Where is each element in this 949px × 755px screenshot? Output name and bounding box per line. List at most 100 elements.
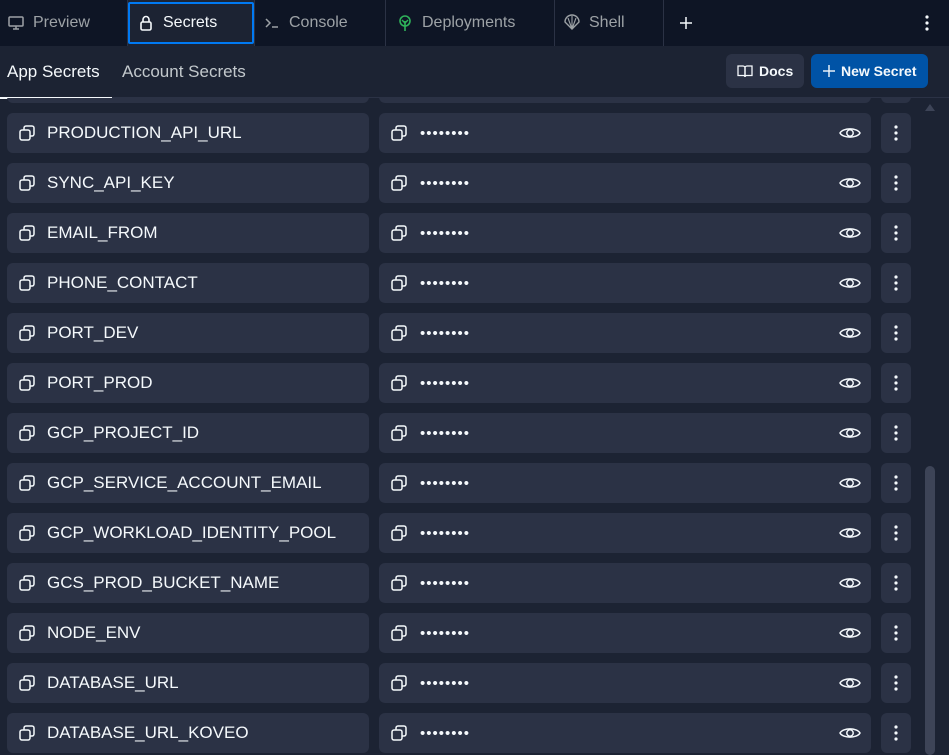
secret-key-field[interactable]: PHONE_CONTACT <box>7 263 369 303</box>
secret-value-field[interactable]: •••••••• <box>379 213 871 253</box>
copy-icon[interactable] <box>17 523 37 543</box>
secret-key-field[interactable]: PRODUCTION_API_URL <box>7 113 369 153</box>
eye-icon[interactable] <box>839 672 861 694</box>
secret-value-field[interactable]: •••••••• <box>379 413 871 453</box>
copy-icon[interactable] <box>17 673 37 693</box>
row-menu-button[interactable] <box>881 263 911 303</box>
row-menu-button[interactable] <box>881 113 911 153</box>
secret-value-field[interactable]: •••••••• <box>379 113 871 153</box>
tab-deployments[interactable]: Deployments <box>386 0 555 46</box>
row-menu-button[interactable] <box>881 663 911 703</box>
copy-icon[interactable] <box>17 123 37 143</box>
eye-icon[interactable] <box>839 222 861 244</box>
eye-icon[interactable] <box>839 372 861 394</box>
tab-secrets[interactable]: Secrets <box>128 0 255 46</box>
copy-icon[interactable] <box>17 473 37 493</box>
secret-key-field[interactable]: DATABASE_URL_KOVEO <box>7 713 369 753</box>
row-menu-button[interactable] <box>881 613 911 653</box>
row-menu-button[interactable] <box>881 463 911 503</box>
eye-icon[interactable] <box>839 272 861 294</box>
secret-value-field[interactable]: •••••••• <box>379 463 871 503</box>
tab-shell[interactable]: Shell <box>555 0 664 46</box>
secret-key-field[interactable]: GCP_WORKLOAD_IDENTITY_POOL <box>7 513 369 553</box>
tab-account-secrets[interactable]: Account Secrets <box>122 46 246 98</box>
secret-row: GCS_PROD_BUCKET_NAME •••••••• <box>0 563 921 603</box>
secret-value-field[interactable] <box>379 98 871 103</box>
copy-icon[interactable] <box>389 673 409 693</box>
eye-icon[interactable] <box>839 172 861 194</box>
row-menu-button[interactable] <box>881 713 911 753</box>
tab-console[interactable]: Console <box>255 0 386 46</box>
secret-value-field[interactable]: •••••••• <box>379 563 871 603</box>
copy-icon[interactable] <box>389 223 409 243</box>
copy-icon[interactable] <box>17 273 37 293</box>
secret-key-field[interactable]: GCP_SERVICE_ACCOUNT_EMAIL <box>7 463 369 503</box>
copy-icon[interactable] <box>17 173 37 193</box>
copy-icon[interactable] <box>389 423 409 443</box>
eye-icon[interactable] <box>839 422 861 444</box>
scroll-up-arrow-icon[interactable] <box>925 104 935 111</box>
secret-value-field[interactable]: •••••••• <box>379 713 871 753</box>
secret-value-field[interactable]: •••••••• <box>379 163 871 203</box>
add-tab-button[interactable] <box>664 0 708 46</box>
masked-value: •••••••• <box>420 474 471 492</box>
secret-key-field[interactable]: PORT_PROD <box>7 363 369 403</box>
eye-icon[interactable] <box>839 622 861 644</box>
row-menu-button[interactable] <box>881 313 911 353</box>
row-menu-button[interactable] <box>881 563 911 603</box>
tab-preview[interactable]: Preview <box>0 0 128 46</box>
secret-key-field[interactable]: EMAIL_FROM <box>7 213 369 253</box>
eye-icon[interactable] <box>839 522 861 544</box>
secret-value-field[interactable]: •••••••• <box>379 613 871 653</box>
row-menu-button[interactable] <box>881 363 911 403</box>
secret-key-field[interactable]: NODE_ENV <box>7 613 369 653</box>
eye-icon[interactable] <box>839 572 861 594</box>
row-menu-button[interactable] <box>881 413 911 453</box>
copy-icon[interactable] <box>389 273 409 293</box>
copy-icon[interactable] <box>17 573 37 593</box>
copy-icon[interactable] <box>17 323 37 343</box>
copy-icon[interactable] <box>389 623 409 643</box>
secret-value-field[interactable]: •••••••• <box>379 313 871 353</box>
copy-icon[interactable] <box>389 323 409 343</box>
copy-icon[interactable] <box>389 573 409 593</box>
secret-key-field[interactable]: GCS_PROD_BUCKET_NAME <box>7 563 369 603</box>
kebab-icon <box>894 225 898 241</box>
row-menu-button[interactable] <box>881 163 911 203</box>
secret-value-field[interactable]: •••••••• <box>379 263 871 303</box>
eye-icon[interactable] <box>839 472 861 494</box>
secret-key-field[interactable]: DATABASE_URL <box>7 663 369 703</box>
scrollbar-thumb[interactable] <box>925 466 935 755</box>
new-secret-button[interactable]: New Secret <box>811 54 929 88</box>
copy-icon[interactable] <box>389 473 409 493</box>
secret-key-field[interactable] <box>7 98 369 103</box>
secret-key-field[interactable]: PORT_DEV <box>7 313 369 353</box>
secret-value-field[interactable]: •••••••• <box>379 363 871 403</box>
secret-key-field[interactable]: GCP_PROJECT_ID <box>7 413 369 453</box>
more-options-button[interactable] <box>915 0 939 46</box>
secret-key-text: GCP_SERVICE_ACCOUNT_EMAIL <box>47 473 322 492</box>
copy-icon[interactable] <box>17 423 37 443</box>
masked-value: •••••••• <box>420 124 471 142</box>
copy-icon[interactable] <box>389 123 409 143</box>
secret-value-field[interactable]: •••••••• <box>379 513 871 553</box>
copy-icon[interactable] <box>17 723 37 743</box>
copy-icon[interactable] <box>389 373 409 393</box>
copy-icon[interactable] <box>17 373 37 393</box>
row-menu-button[interactable] <box>881 513 911 553</box>
row-menu-button[interactable] <box>881 213 911 253</box>
copy-icon[interactable] <box>389 723 409 743</box>
masked-value: •••••••• <box>420 174 471 192</box>
row-menu-button[interactable] <box>881 98 911 103</box>
eye-icon[interactable] <box>839 722 861 744</box>
copy-icon[interactable] <box>389 173 409 193</box>
copy-icon[interactable] <box>389 523 409 543</box>
docs-button[interactable]: Docs <box>726 54 805 88</box>
eye-icon[interactable] <box>839 122 861 144</box>
secret-value-field[interactable]: •••••••• <box>379 663 871 703</box>
secret-key-field[interactable]: SYNC_API_KEY <box>7 163 369 203</box>
tab-app-secrets[interactable]: App Secrets <box>0 46 112 99</box>
eye-icon[interactable] <box>839 322 861 344</box>
copy-icon[interactable] <box>17 223 37 243</box>
copy-icon[interactable] <box>17 623 37 643</box>
